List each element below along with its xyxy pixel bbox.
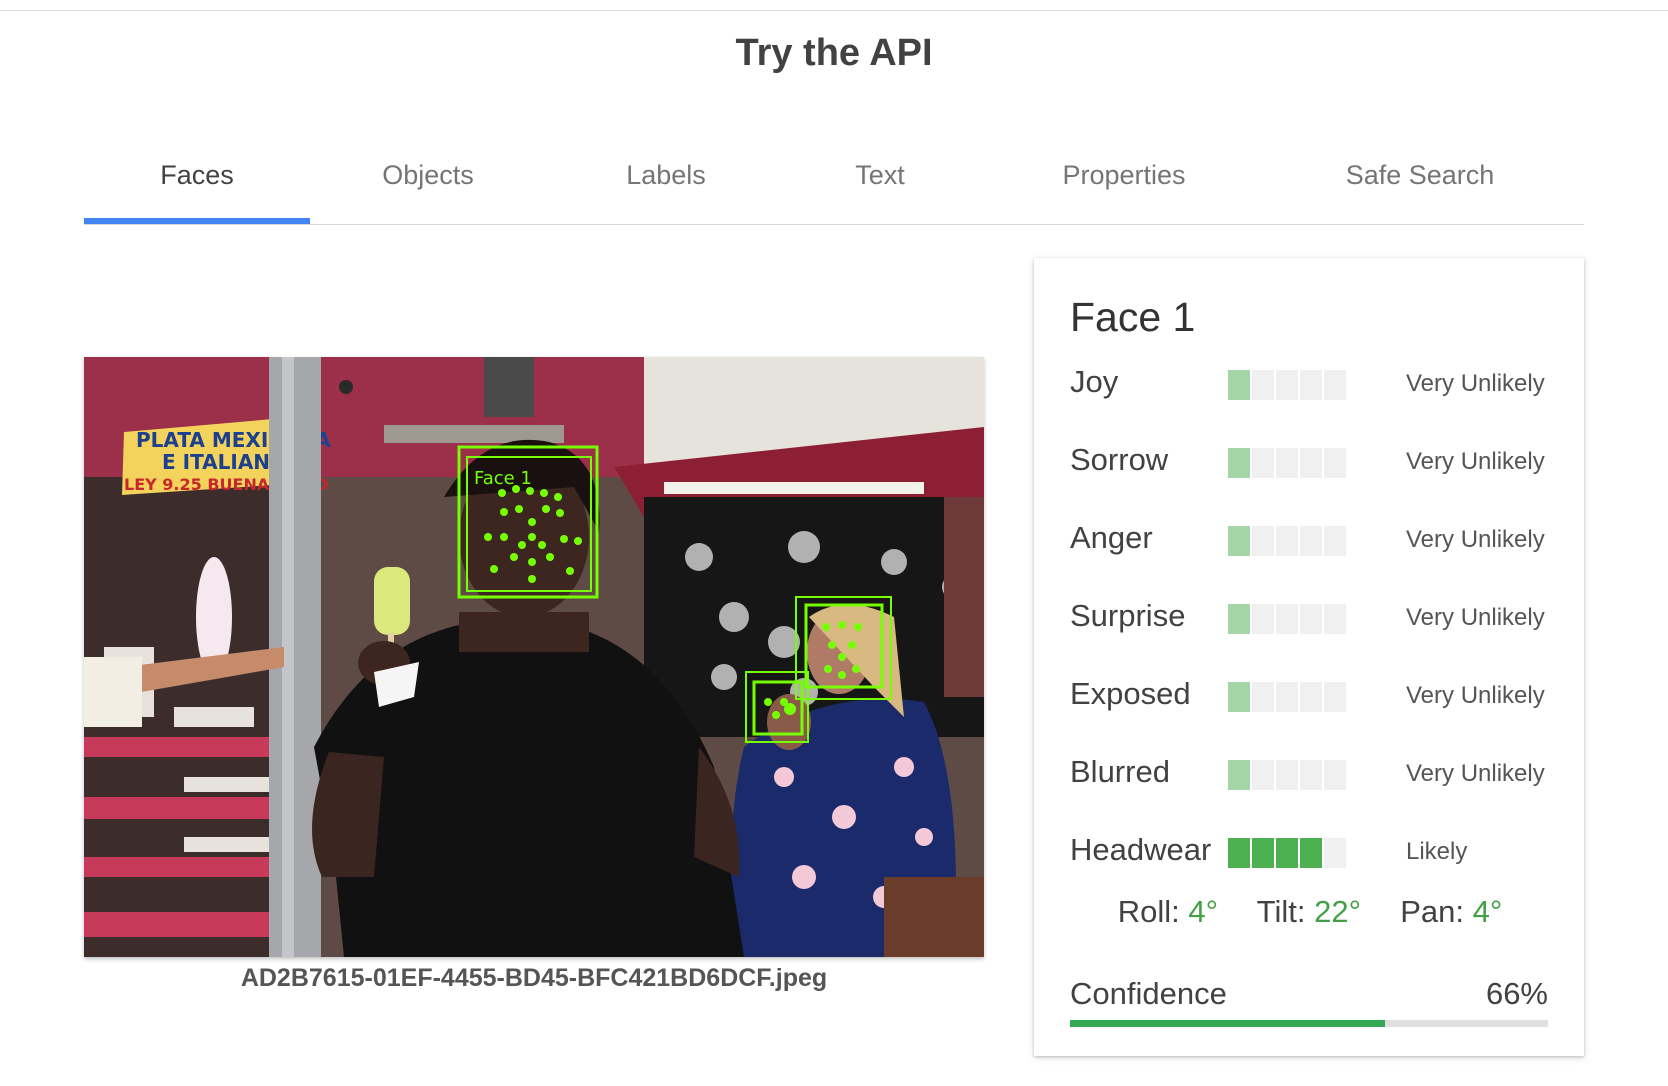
tab-properties[interactable]: Properties [1030,160,1218,191]
likelihood-segment [1324,370,1346,400]
tab-objects[interactable]: Objects [354,160,502,191]
attribute-row-joy: Joy Very Unlikely [1070,364,1550,404]
likelihood-segment [1300,370,1322,400]
likelihood-segment [1228,370,1250,400]
face-1-box-label: Face 1 [474,468,532,489]
likelihood-meter [1228,448,1348,478]
likelihood-meter [1228,370,1348,400]
attribute-name: Exposed [1070,676,1191,711]
likelihood-segment [1300,760,1322,790]
likelihood-segment [1300,682,1322,712]
likelihood-segment [1324,838,1346,868]
confidence-value: 66% [1485,976,1548,1011]
likelihood-meter [1228,760,1348,790]
tabs-divider [84,224,1584,225]
likelihood-segment [1300,604,1322,634]
likelihood-segment [1228,604,1250,634]
page-title: Try the API [735,32,933,74]
likelihood-value: Very Unlikely [1406,682,1545,709]
roll-value: 4° [1188,894,1218,929]
tab-labels[interactable]: Labels [596,160,736,191]
likelihood-segment [1300,448,1322,478]
attribute-name: Surprise [1070,598,1186,633]
likelihood-value: Very Unlikely [1406,604,1545,631]
analyzed-photo: PLATA MEXICANA E ITALIANA LEY 9.25 BUENA… [84,357,984,957]
likelihood-value: Very Unlikely [1406,370,1545,397]
attribute-name: Joy [1070,364,1119,399]
tilt-value: 22° [1314,894,1361,929]
top-divider [0,10,1668,11]
tab-bar: Faces Objects Labels Text Properties Saf… [84,140,1584,225]
attribute-row-headwear: Headwear Likely [1070,832,1550,872]
tab-text[interactable]: Text [828,160,932,191]
likelihood-segment [1252,370,1274,400]
pan-label: Pan: [1400,894,1465,929]
face-details-card: Face 1 Joy Very Unlikely Sorrow Very Unl… [1034,258,1584,1056]
attribute-row-surprise: Surprise Very Unlikely [1070,598,1550,638]
attribute-row-blurred: Blurred Very Unlikely [1070,754,1550,794]
likelihood-segment [1276,760,1298,790]
likelihood-value: Very Unlikely [1406,760,1545,787]
likelihood-value: Very Unlikely [1406,526,1545,553]
confidence-bar-fill [1070,1020,1386,1027]
likelihood-segment [1228,838,1250,868]
tab-faces[interactable]: Faces [114,160,280,191]
likelihood-value: Likely [1406,838,1468,865]
attribute-row-anger: Anger Very Unlikely [1070,520,1550,560]
likelihood-segment [1252,604,1274,634]
attribute-name: Anger [1070,520,1153,555]
face-card-title: Face 1 [1070,294,1196,340]
likelihood-segment [1300,526,1322,556]
likelihood-segment [1324,604,1346,634]
attribute-row-sorrow: Sorrow Very Unlikely [1070,442,1550,482]
tilt-label: Tilt: [1256,894,1306,929]
likelihood-meter [1228,604,1348,634]
likelihood-segment [1300,838,1322,868]
likelihood-segment [1228,760,1250,790]
roll-label: Roll: [1117,894,1180,929]
likelihood-segment [1252,838,1274,868]
likelihood-segment [1252,448,1274,478]
likelihood-segment [1228,448,1250,478]
likelihood-segment [1228,682,1250,712]
likelihood-segment [1324,760,1346,790]
likelihood-meter [1228,838,1348,868]
likelihood-segment [1228,526,1250,556]
attribute-name: Blurred [1070,754,1170,789]
likelihood-segment [1276,838,1298,868]
likelihood-segment [1276,682,1298,712]
likelihood-meter [1228,526,1348,556]
head-angles: Roll: 4° Tilt: 22° Pan: 4° [1070,894,1550,930]
tab-safe-search[interactable]: Safe Search [1322,160,1518,191]
sign-line-2: E ITALIANA [162,450,286,474]
attribute-name: Headwear [1070,832,1212,867]
likelihood-segment [1324,682,1346,712]
likelihood-value: Very Unlikely [1406,448,1545,475]
likelihood-segment [1276,370,1298,400]
confidence-label: Confidence [1070,976,1227,1011]
likelihood-segment [1252,760,1274,790]
attribute-row-exposed: Exposed Very Unlikely [1070,676,1550,716]
likelihood-segment [1276,448,1298,478]
attribute-name: Sorrow [1070,442,1169,477]
confidence-bar [1070,1020,1548,1027]
likelihood-segment [1276,604,1298,634]
likelihood-segment [1276,526,1298,556]
likelihood-meter [1228,682,1348,712]
pan-value: 4° [1472,894,1503,929]
likelihood-segment [1324,448,1346,478]
image-filename: AD2B7615-01EF-4455-BD45-BFC421BD6DCF.jpe… [240,964,828,992]
likelihood-segment [1252,682,1274,712]
likelihood-segment [1324,526,1346,556]
likelihood-segment [1252,526,1274,556]
active-tab-indicator [84,218,310,224]
